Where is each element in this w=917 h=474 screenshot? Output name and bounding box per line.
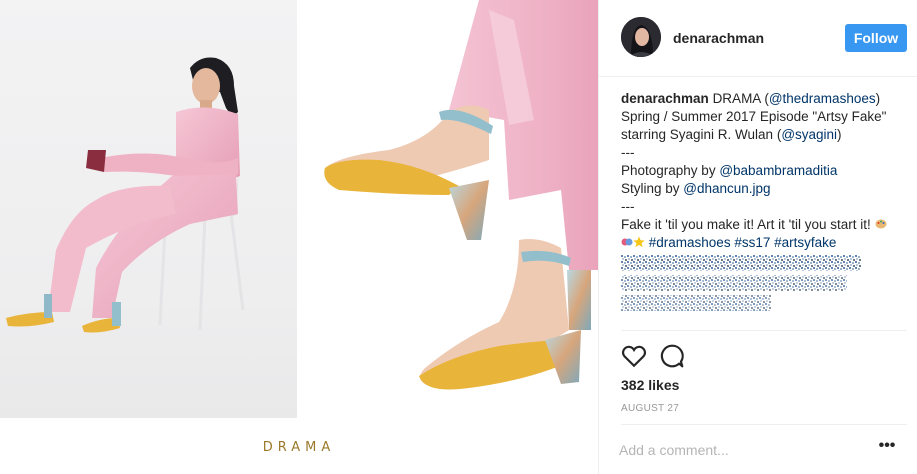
- caption-text: ): [837, 127, 842, 142]
- redacted-text-block: [621, 255, 861, 311]
- photo-shoes-closeup: [299, 0, 598, 418]
- caption-text: Styling by: [621, 181, 684, 196]
- caption-line: Styling by @dhancun.jpg: [621, 180, 911, 198]
- avatar-image: [621, 17, 661, 57]
- caption-text: starring Syagini R. Wulan (: [621, 127, 782, 142]
- post-date[interactable]: AUGUST 27: [621, 403, 679, 414]
- caption-line: Spring / Summer 2017 Episode "Artsy Fake…: [621, 109, 887, 124]
- avatar[interactable]: [621, 17, 661, 57]
- more-options-button[interactable]: •••: [875, 438, 899, 458]
- caption-line: denarachman DRAMA (@thedramashoes): [621, 90, 911, 108]
- mention-link[interactable]: @dhancun.jpg: [683, 181, 770, 196]
- heart-icon[interactable]: [621, 343, 647, 369]
- caption-separator: ---: [621, 199, 635, 214]
- divider: [621, 330, 907, 331]
- brand-logo-text: DRAMA: [262, 440, 336, 455]
- caption-text: ): [875, 91, 881, 106]
- post-header: denarachman Follow: [599, 0, 917, 77]
- caption-text: DRAMA (: [712, 91, 769, 106]
- caption-text: Fake it 'til you make it! Art it 'til yo…: [621, 217, 871, 232]
- caption-text: Photography by: [621, 163, 720, 178]
- post-caption: denarachman DRAMA (@thedramashoes) Sprin…: [621, 90, 911, 252]
- caption-line: Fake it 'til you make it! Art it 'til yo…: [621, 216, 911, 234]
- instagram-post: DRAMA denarachman Follow denarachman DRA…: [0, 0, 917, 474]
- model-illustration: [6, 57, 245, 333]
- post-sidebar: denarachman Follow denarachman DRAMA (@t…: [598, 0, 917, 474]
- mention-link[interactable]: @syagini: [781, 127, 837, 142]
- username-link[interactable]: denarachman: [673, 30, 764, 46]
- follow-button[interactable]: Follow: [845, 24, 907, 52]
- caption-line: Photography by @babambramaditia: [621, 162, 911, 180]
- star-emoji-icon: [633, 236, 645, 248]
- hashtag-link[interactable]: #dramashoes: [649, 235, 731, 250]
- like-count[interactable]: 382 likes: [621, 377, 679, 393]
- hashtag-link[interactable]: #ss17: [734, 235, 770, 250]
- divider: [621, 424, 907, 425]
- caption-line: starring Syagini R. Wulan (@syagini): [621, 126, 911, 144]
- theater-masks-emoji-icon: [621, 238, 633, 246]
- photo-model-seated: [0, 0, 297, 418]
- caption-separator: ---: [621, 145, 635, 160]
- comment-input[interactable]: [619, 440, 859, 460]
- palette-emoji-icon: [875, 219, 886, 229]
- mention-link[interactable]: @babambramaditia: [719, 163, 837, 178]
- comment-icon[interactable]: [659, 343, 685, 369]
- post-media[interactable]: DRAMA: [0, 0, 598, 474]
- shoes-illustration: [324, 0, 598, 390]
- mention-link[interactable]: @thedramashoes: [769, 91, 876, 106]
- caption-line: #dramashoes #ss17 #artsyfake: [621, 234, 911, 252]
- caption-username[interactable]: denarachman: [621, 91, 709, 106]
- hashtag-link[interactable]: #artsyfake: [774, 235, 836, 250]
